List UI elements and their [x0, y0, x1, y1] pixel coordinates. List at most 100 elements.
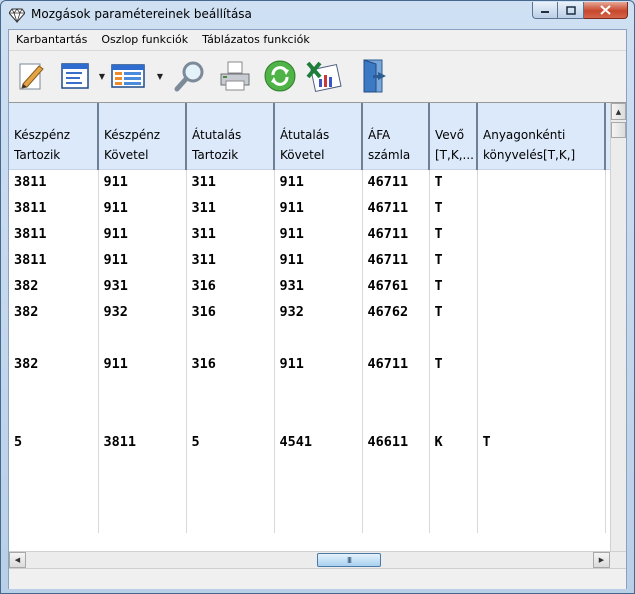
table-cell[interactable]: T — [429, 195, 478, 221]
column-header-anyagonkenti-konyveles[interactable]: Anyagonkénti könyvelés[T,K,] — [477, 103, 606, 170]
table-row[interactable]: 3811 911 311 911 46711 T — [9, 195, 625, 221]
table-cell[interactable] — [186, 507, 275, 533]
table-cell[interactable] — [9, 507, 99, 533]
table-cell[interactable] — [477, 221, 606, 247]
table-cell[interactable]: 5 — [186, 429, 275, 455]
table-cell[interactable]: 5 — [9, 429, 99, 455]
table-cell[interactable] — [429, 403, 478, 429]
table-cell[interactable]: 911 — [274, 195, 363, 221]
table-cell[interactable] — [186, 455, 275, 481]
table-row[interactable]: 5 3811 5 4541 46611 K T — [9, 429, 625, 455]
table-cell[interactable] — [362, 481, 430, 507]
table-cell[interactable]: 911 — [274, 169, 363, 195]
table-cell[interactable]: 46711 — [362, 247, 430, 273]
table-view-button[interactable] — [109, 57, 147, 95]
table-cell[interactable] — [362, 325, 430, 351]
horizontal-scroll-thumb[interactable]: III — [317, 553, 381, 567]
table-cell[interactable] — [274, 403, 363, 429]
table-cell[interactable] — [477, 247, 606, 273]
table-cell[interactable] — [98, 403, 187, 429]
table-cell[interactable]: 3811 — [9, 195, 99, 221]
table-cell[interactable] — [362, 455, 430, 481]
table-cell[interactable]: 932 — [274, 299, 363, 325]
table-cell[interactable]: 3811 — [98, 429, 187, 455]
table-cell[interactable] — [362, 507, 430, 533]
table-cell[interactable]: 911 — [274, 351, 363, 377]
column-header-keszpenz-kovetel[interactable]: Készpénz Követel — [98, 103, 187, 170]
table-cell[interactable] — [477, 325, 606, 351]
table-cell[interactable]: 911 — [98, 169, 187, 195]
scroll-up-button[interactable]: ▲ — [611, 103, 626, 120]
column-header-afa-szamla[interactable]: ÁFA számla — [362, 103, 430, 170]
table-row[interactable]: 382 911 316 911 46711 T — [9, 351, 625, 377]
table-cell[interactable] — [477, 377, 606, 403]
edit-button[interactable] — [12, 57, 50, 95]
table-cell[interactable] — [9, 481, 99, 507]
table-cell[interactable]: K — [429, 429, 478, 455]
table-cell[interactable] — [98, 455, 187, 481]
table-row[interactable] — [9, 403, 625, 429]
table-cell[interactable]: 46761 — [362, 273, 430, 299]
table-row[interactable] — [9, 325, 625, 351]
data-grid[interactable]: Készpénz Tartozik Készpénz Követel Átutalá… — [9, 102, 626, 551]
table-cell[interactable] — [429, 481, 478, 507]
table-cell[interactable] — [274, 481, 363, 507]
table-cell[interactable] — [477, 481, 606, 507]
table-cell[interactable]: 382 — [9, 351, 99, 377]
table-cell[interactable]: 911 — [274, 247, 363, 273]
table-row[interactable]: 3811 911 311 911 46711 T — [9, 221, 625, 247]
table-row[interactable] — [9, 377, 625, 403]
table-cell[interactable]: 316 — [186, 273, 275, 299]
table-row[interactable]: 3811 911 311 911 46711 T — [9, 247, 625, 273]
scroll-right-button[interactable]: ▶ — [593, 552, 610, 568]
menu-tablazatos-funkciok[interactable]: Táblázatos funkciók — [195, 33, 317, 46]
table-cell[interactable]: 911 — [98, 221, 187, 247]
table-cell[interactable]: 931 — [98, 273, 187, 299]
refresh-button[interactable] — [261, 57, 299, 95]
table-cell[interactable] — [98, 507, 187, 533]
print-button[interactable] — [216, 57, 254, 95]
table-cell[interactable] — [98, 481, 187, 507]
table-cell[interactable]: 911 — [98, 351, 187, 377]
table-cell[interactable]: 46711 — [362, 195, 430, 221]
table-cell[interactable] — [477, 169, 606, 195]
table-cell[interactable]: 911 — [98, 247, 187, 273]
table-cell[interactable] — [362, 377, 430, 403]
table-cell[interactable] — [274, 377, 363, 403]
column-header-atutalas-tartozik[interactable]: Átutalás Tartozik — [186, 103, 275, 170]
table-cell[interactable] — [9, 403, 99, 429]
table-cell[interactable]: 382 — [9, 273, 99, 299]
table-cell[interactable] — [98, 377, 187, 403]
table-cell[interactable]: 311 — [186, 195, 275, 221]
table-cell[interactable]: T — [429, 247, 478, 273]
table-cell[interactable] — [274, 507, 363, 533]
table-row[interactable]: 382 931 316 931 46761 T — [9, 273, 625, 299]
menu-oszlop-funkciok[interactable]: Oszlop funkciók — [94, 33, 195, 46]
vertical-scrollbar[interactable]: ▲ — [610, 103, 626, 551]
table-cell[interactable]: 311 — [186, 221, 275, 247]
scroll-left-button[interactable]: ◀ — [9, 552, 26, 568]
table-cell[interactable]: 931 — [274, 273, 363, 299]
table-cell[interactable]: T — [429, 273, 478, 299]
maximize-button[interactable] — [558, 2, 584, 19]
table-row[interactable]: 3811 911 311 911 46711 T — [9, 169, 625, 195]
table-cell[interactable]: 3811 — [9, 169, 99, 195]
table-cell[interactable] — [477, 351, 606, 377]
table-cell[interactable]: T — [429, 169, 478, 195]
table-row[interactable] — [9, 507, 625, 533]
table-cell[interactable] — [429, 455, 478, 481]
table-cell[interactable]: T — [477, 429, 606, 455]
table-cell[interactable] — [9, 377, 99, 403]
table-cell[interactable] — [362, 403, 430, 429]
table-cell[interactable]: 3811 — [9, 247, 99, 273]
table-cell[interactable]: 316 — [186, 299, 275, 325]
table-row[interactable]: 382 932 316 932 46762 T — [9, 299, 625, 325]
table-cell[interactable] — [477, 507, 606, 533]
table-view-dropdown[interactable]: ▼ — [156, 57, 164, 95]
table-cell[interactable]: 4541 — [274, 429, 363, 455]
column-header-keszpenz-tartozik[interactable]: Készpénz Tartozik — [9, 103, 99, 170]
table-cell[interactable] — [429, 325, 478, 351]
table-cell[interactable]: 3811 — [9, 221, 99, 247]
table-cell[interactable]: 46711 — [362, 169, 430, 195]
table-cell[interactable] — [274, 325, 363, 351]
